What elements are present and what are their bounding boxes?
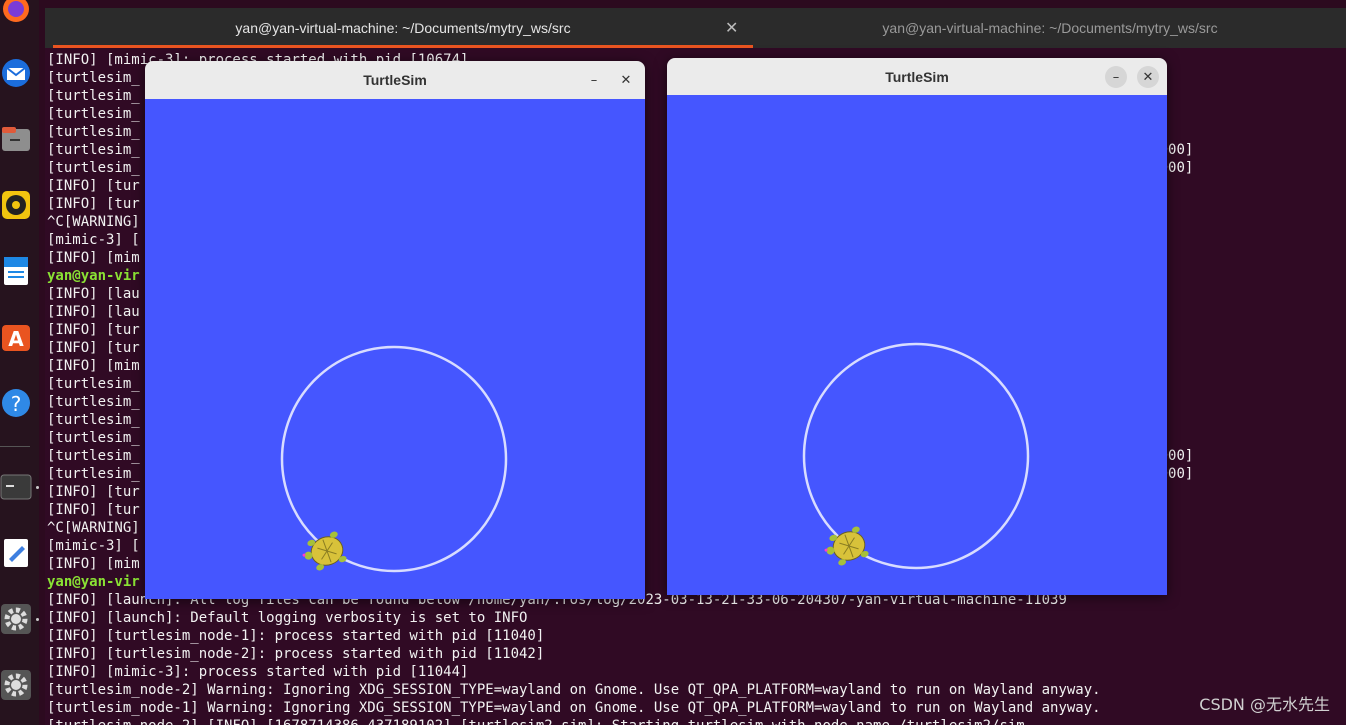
terminal-icon[interactable]: [0, 466, 32, 508]
close-button[interactable]: ✕: [615, 69, 637, 91]
turtle-canvas: [667, 95, 1167, 595]
files-icon[interactable]: [0, 118, 32, 160]
terminal-line: [turtlesim_node-2] [INFO] [1678714386.43…: [47, 717, 1025, 725]
turtle-icon: [302, 531, 347, 571]
thunderbird-icon[interactable]: [0, 52, 32, 94]
terminal-line: ^C[WARNING]: [47, 214, 140, 230]
active-indicator: [36, 486, 39, 489]
terminal-line: [INFO] [lau: [47, 304, 140, 320]
terminal-line: [INFO] [mim: [47, 250, 140, 266]
terminal-tab-1[interactable]: yan@yan-virtual-machine: ~/Documents/myt…: [53, 8, 753, 48]
dock-separator: [0, 446, 30, 447]
minimize-button[interactable]: –: [583, 69, 605, 91]
turtlesim-window-2[interactable]: TurtleSim – ✕: [667, 58, 1167, 595]
terminal-line: [INFO] [tur: [47, 340, 140, 356]
terminal-tab-bar: yan@yan-virtual-machine: ~/Documents/myt…: [45, 8, 1346, 48]
terminal-line: [INFO] [turtlesim_node-1]: process start…: [47, 628, 545, 644]
terminal-line: [INFO] [tur: [47, 322, 140, 338]
close-tab-icon[interactable]: ✕: [725, 18, 738, 37]
window-title: TurtleSim: [885, 68, 949, 85]
help-icon[interactable]: ?: [0, 382, 32, 424]
turtle-trail: [802, 342, 1030, 570]
terminal-line: [turtlesim_node-2] Warning: Ignoring XDG…: [47, 682, 1101, 698]
text-editor-icon[interactable]: [0, 532, 32, 574]
close-button[interactable]: ✕: [1137, 66, 1159, 88]
terminal-line: [INFO] [mimic-3]: process started with p…: [47, 664, 469, 680]
turtlesim-window-1[interactable]: TurtleSim – ✕: [145, 61, 645, 599]
window-title: TurtleSim: [363, 72, 427, 88]
terminal-line: [INFO] [mim: [47, 358, 140, 374]
software-center-icon[interactable]: A: [0, 316, 32, 358]
turtle-trail: [280, 345, 508, 573]
tab-title: yan@yan-virtual-machine: ~/Documents/myt…: [882, 20, 1218, 36]
svg-text:?: ?: [11, 392, 22, 416]
terminal-line: ^C[WARNING]: [47, 520, 140, 536]
turtle-icon: [824, 526, 869, 566]
svg-text:A: A: [8, 327, 24, 351]
tab-title: yan@yan-virtual-machine: ~/Documents/myt…: [235, 20, 571, 36]
terminal-line: [INFO] [mim: [47, 556, 140, 572]
settings-icon[interactable]: [0, 664, 32, 706]
turtle-canvas: [145, 99, 645, 599]
terminal-line: [INFO] [turtlesim_node-2]: process start…: [47, 646, 545, 662]
rhythmbox-icon[interactable]: [0, 184, 32, 226]
minimize-button[interactable]: –: [1105, 66, 1127, 88]
firefox-icon[interactable]: [0, 0, 32, 30]
terminal-line: [turtlesim_node-1] Warning: Ignoring XDG…: [47, 700, 1101, 716]
writer-icon[interactable]: [0, 250, 32, 292]
terminal-line: [INFO] [launch]: Default logging verbosi…: [47, 610, 528, 626]
dock: A ?: [0, 0, 39, 725]
watermark: CSDN @无水先生: [1199, 695, 1330, 714]
active-indicator: [36, 618, 39, 621]
terminal-tab-2[interactable]: yan@yan-virtual-machine: ~/Documents/myt…: [755, 8, 1345, 48]
settings-icon[interactable]: [0, 598, 32, 640]
